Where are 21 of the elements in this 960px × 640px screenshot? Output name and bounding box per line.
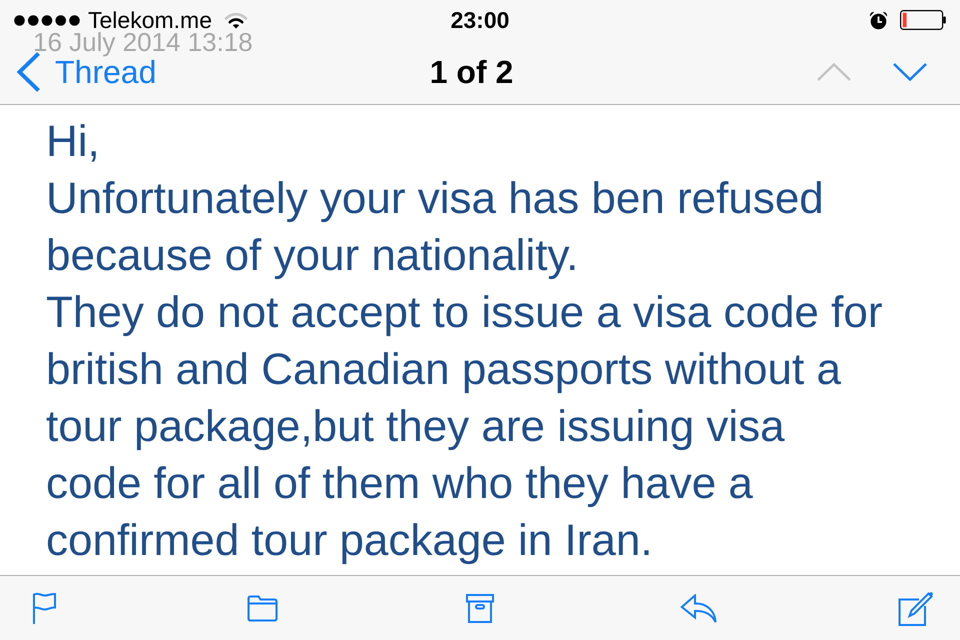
battery-icon [900,10,946,30]
compose-icon [898,590,934,626]
message-paragraph: They do not accept to issue a visa code for british and Canadian passports without a tour package,but they are issuing visa code for all of them who they have a confirmed tour package in Iran. [46,287,884,567]
chevron-down-button[interactable] [893,63,927,81]
wifi-icon [224,12,248,28]
flag-icon [32,592,56,624]
message-paragraph: Hi, [46,116,101,168]
message-paragraph: Unfortunately your visa has ben refused because of your nationality. [46,173,825,282]
reply-button[interactable] [680,594,716,622]
signal-strength-icon [14,14,80,26]
folder-icon [246,594,278,622]
chevron-left-icon [16,52,41,92]
message-counter: 1 of 2 [430,54,514,90]
archive-button[interactable] [466,594,494,622]
compose-button[interactable] [898,590,934,626]
status-time: 23:00 [450,6,510,34]
archive-box-icon [466,594,494,622]
flag-button[interactable] [32,592,56,624]
alarm-clock-icon [869,10,888,30]
reply-icon [680,594,716,622]
move-button[interactable] [246,594,278,622]
